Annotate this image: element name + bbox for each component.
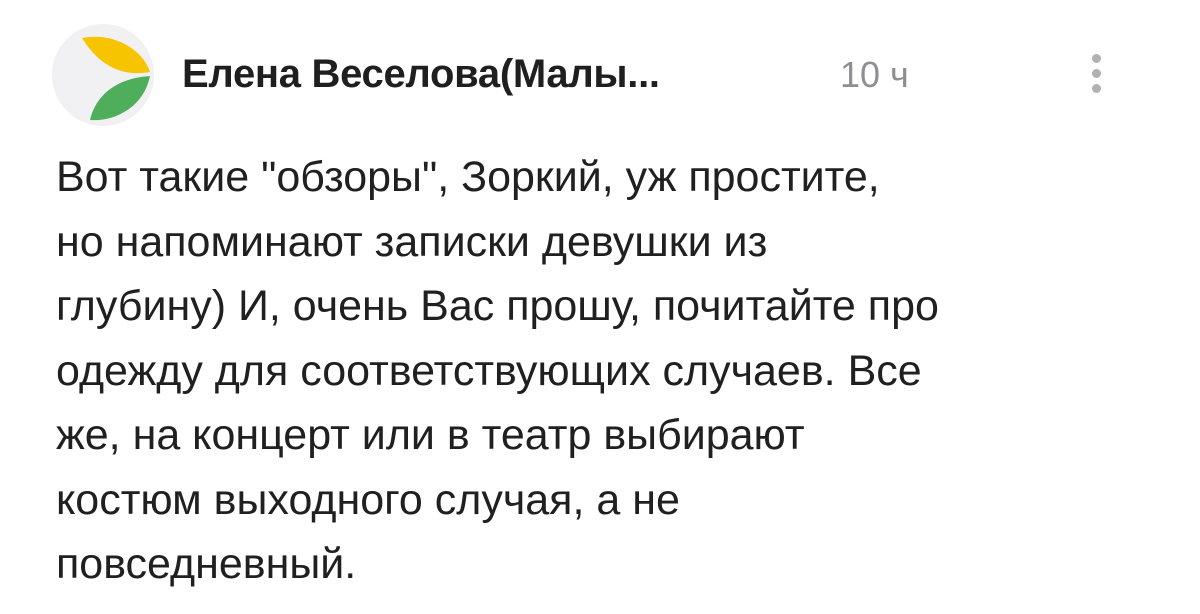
timestamp: 10 ч xyxy=(840,54,909,95)
comment-body: Вот такие "обзоры", Зоркий, уж простите,… xyxy=(56,153,939,588)
leaf-logo-icon xyxy=(52,24,154,126)
avatar[interactable] xyxy=(52,24,154,126)
more-options-button[interactable] xyxy=(1078,48,1114,100)
comment-card: Елена Веселова(Малы... 10 ч Вот такие "о… xyxy=(0,0,1200,614)
author-name[interactable]: Елена Веселова(Малы... xyxy=(182,46,660,102)
